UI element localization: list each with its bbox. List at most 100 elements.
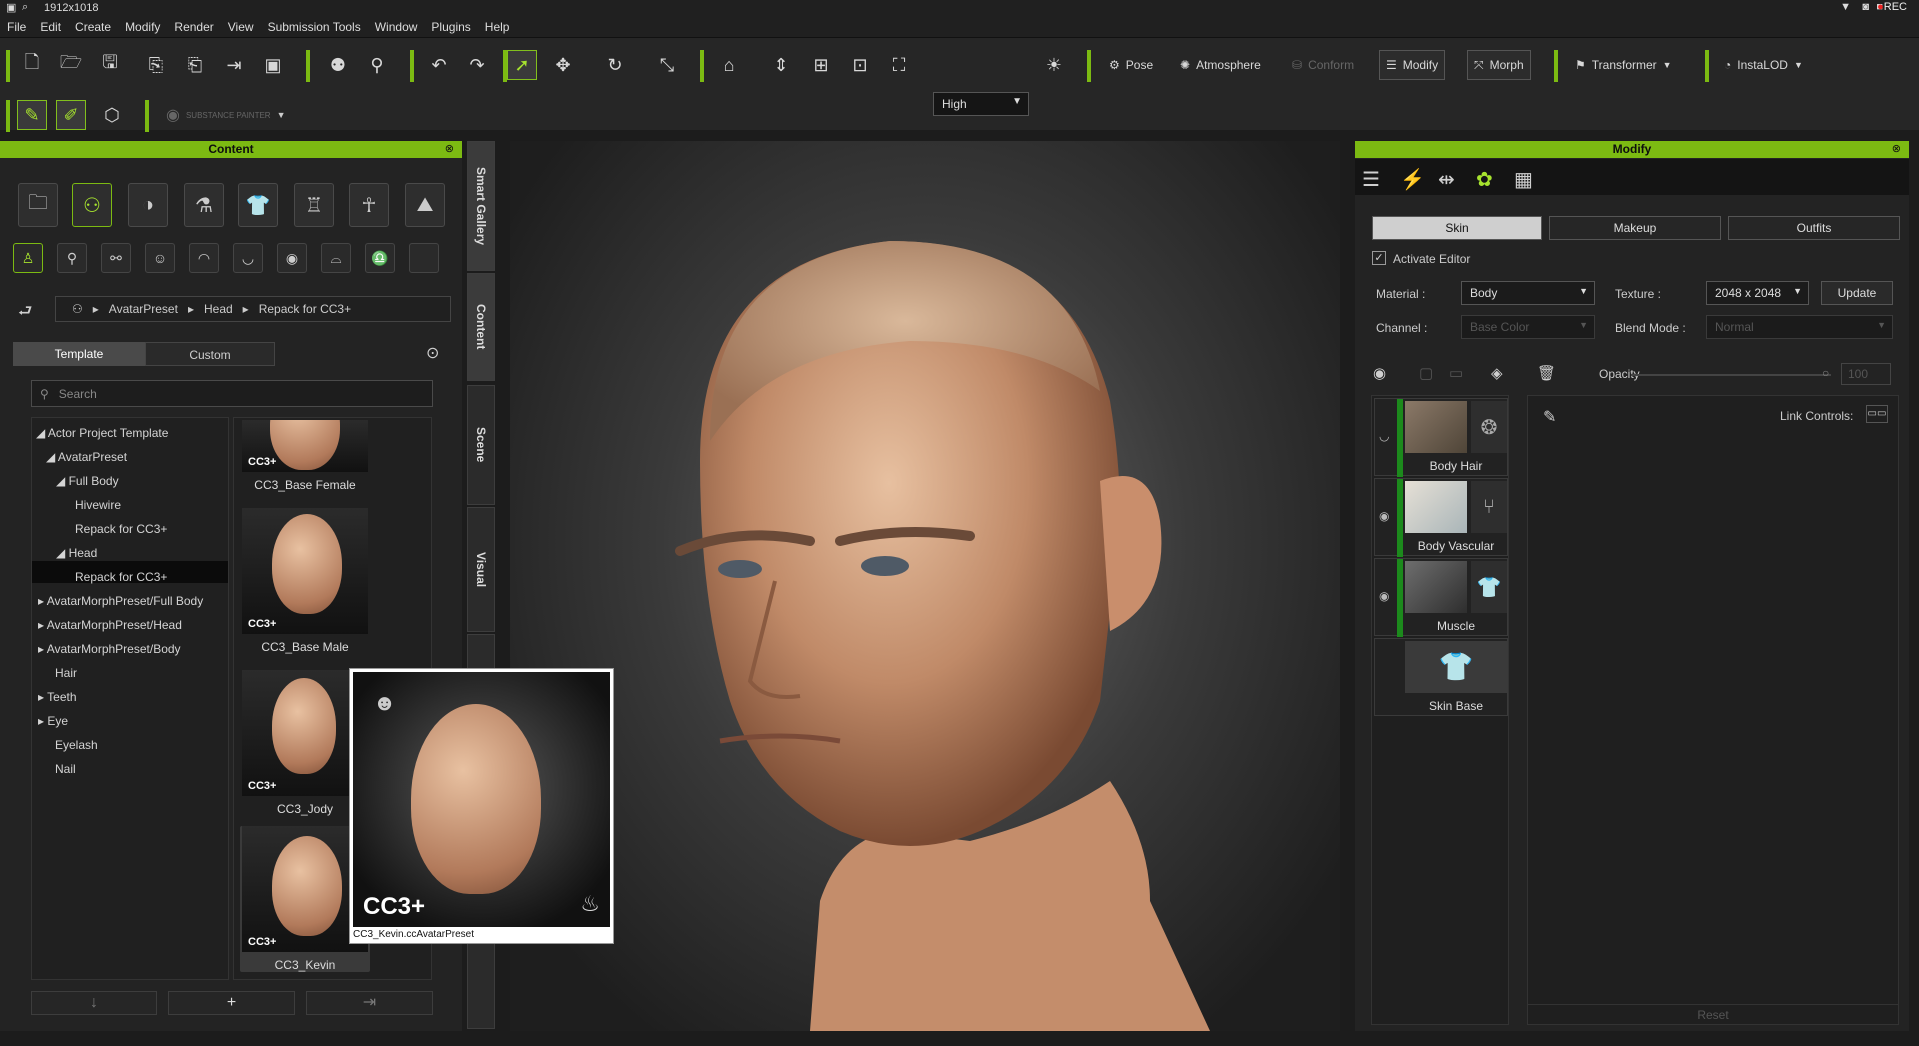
motion-icon[interactable]: ⚡ xyxy=(1400,167,1425,192)
morph-button[interactable]: ⤧ Morph xyxy=(1467,50,1531,80)
tab-template[interactable]: Template xyxy=(13,342,145,366)
eye-icon[interactable]: ◉ xyxy=(277,243,307,273)
tree-item[interactable]: ▸ Eye xyxy=(38,711,68,731)
mask-icon[interactable]: ▭ xyxy=(1449,364,1463,382)
tree-item[interactable]: ▸ AvatarMorphPreset/Head xyxy=(38,615,182,635)
trash-icon[interactable]: 🗑 xyxy=(1537,364,1556,382)
fit-selected-icon[interactable]: ⊡ xyxy=(845,50,875,80)
cubes-icon[interactable]: ⬡ xyxy=(97,100,127,130)
tab-visual[interactable]: Visual xyxy=(467,507,495,632)
body-icon[interactable]: ⚲ xyxy=(57,243,87,273)
tree-item[interactable]: Hair xyxy=(55,663,77,683)
render-preview-icon[interactable]: ▣ xyxy=(258,50,288,80)
tab-smart-gallery[interactable]: Smart Gallery xyxy=(467,141,495,271)
sliders-icon[interactable]: ☰ xyxy=(1362,167,1380,192)
update-button[interactable]: Update xyxy=(1821,281,1893,305)
tree-item[interactable]: ◢ Actor Project Template xyxy=(36,423,168,443)
substance-painter-button[interactable]: ◉ SUBSTANCE PAINTER ▼ xyxy=(160,100,292,130)
breadcrumb-item[interactable]: Repack for CC3+ xyxy=(259,302,351,316)
search-input[interactable]: ⚲ Search xyxy=(31,380,433,407)
link-icon[interactable]: ▭▭ xyxy=(1866,405,1888,423)
menu-create[interactable]: Create xyxy=(68,16,118,34)
visibility-eye-icon[interactable]: ◉ xyxy=(1373,364,1386,382)
tree-item-selected[interactable]: Repack for CC3+ xyxy=(75,567,167,587)
layer-item[interactable]: ◉ 👕 Muscle xyxy=(1374,558,1508,637)
content-item[interactable]: CC3+ CC3_Base Female xyxy=(240,420,370,492)
scene-category-icon[interactable]: ⛰ xyxy=(405,183,445,227)
atmosphere-button[interactable]: ✺ Atmosphere xyxy=(1174,50,1267,80)
opacity-slider[interactable] xyxy=(1631,374,1831,376)
import-icon[interactable]: ⎘ xyxy=(141,50,171,80)
edit-mesh-icon[interactable]: ✎ xyxy=(17,100,47,130)
empty-slot-icon[interactable] xyxy=(409,243,439,273)
blend-mode-dropdown[interactable]: Normal ▼ xyxy=(1706,315,1893,339)
mouth-icon[interactable]: ◡ xyxy=(233,243,263,273)
tab-custom[interactable]: Custom xyxy=(145,342,275,366)
rotate-icon[interactable]: ↻ xyxy=(600,50,630,80)
tree-item[interactable]: Nail xyxy=(55,759,76,779)
avatar-category-icon[interactable]: ⚇ xyxy=(72,183,112,227)
modify-button[interactable]: ☰ Modify xyxy=(1379,50,1446,80)
pose-button[interactable]: ⚙ Pose xyxy=(1103,50,1159,80)
camera-icon[interactable]: ◙ xyxy=(1862,1,1869,13)
layer-item[interactable]: ◉ ⑂ Body Vascular xyxy=(1374,478,1508,557)
tab-content[interactable]: Content xyxy=(467,273,495,381)
tree-item[interactable]: ▸ AvatarMorphPreset/Full Body xyxy=(38,591,203,611)
character-icon[interactable]: ⚉ xyxy=(323,50,353,80)
close-panel-icon[interactable]: ⊗ xyxy=(1892,142,1901,155)
activate-editor-checkbox[interactable]: ✓ xyxy=(1372,251,1386,265)
edit-morph-icon[interactable]: ✐ xyxy=(56,100,86,130)
physics-icon[interactable]: ⇹ xyxy=(1438,167,1455,192)
opacity-input[interactable]: 100 xyxy=(1841,363,1891,385)
menu-window[interactable]: Window xyxy=(368,16,425,34)
layer-item[interactable]: ◡ ❂ Body Hair xyxy=(1374,398,1508,477)
send-icon[interactable]: ⇥ xyxy=(219,50,249,80)
opacity-slider-handle-icon[interactable]: ○ xyxy=(1822,366,1829,380)
scale-icon[interactable]: ⤡ xyxy=(652,50,682,80)
new-file-icon[interactable]: 🗋 xyxy=(17,50,47,80)
head-icon[interactable]: ☺ xyxy=(145,243,175,273)
breadcrumb-item[interactable]: AvatarPreset xyxy=(109,302,178,316)
material-category-icon[interactable]: ⚗ xyxy=(184,183,224,227)
eye-icon[interactable]: ◉ xyxy=(1379,509,1389,523)
eye-closed-icon[interactable]: ◡ xyxy=(1379,429,1389,443)
fit-vertical-icon[interactable]: ⇕ xyxy=(766,50,796,80)
channel-dropdown[interactable]: Base Color ▼ xyxy=(1461,315,1595,339)
menu-file[interactable]: File xyxy=(0,16,33,34)
menu-plugins[interactable]: Plugins xyxy=(424,16,477,34)
save-icon[interactable]: 🖫 xyxy=(95,50,125,80)
transformer-button[interactable]: ⚑ Transformer ▼ xyxy=(1569,50,1678,80)
skin-editor-icon[interactable]: ✿ xyxy=(1476,167,1493,192)
open-folder-icon[interactable]: 🗁 xyxy=(56,50,86,80)
texture-size-dropdown[interactable]: 2048 x 2048 ▼ xyxy=(1706,281,1809,305)
reset-button[interactable]: Reset xyxy=(1527,1004,1899,1026)
download-button[interactable]: ↓ xyxy=(31,991,157,1015)
close-panel-icon[interactable]: ⊗ xyxy=(445,142,454,155)
export-icon[interactable]: ⎗ xyxy=(180,50,210,80)
checker-texture-icon[interactable]: ▦ xyxy=(1514,167,1533,192)
tree-item[interactable]: Eyelash xyxy=(55,735,98,755)
folder-icon[interactable]: 🗀 xyxy=(18,183,58,227)
hair-icon[interactable]: ♎ xyxy=(365,243,395,273)
move-icon[interactable]: ✥ xyxy=(548,50,578,80)
full-body-icon[interactable]: ♙ xyxy=(13,243,43,273)
ear-icon[interactable]: ◠ xyxy=(189,243,219,273)
frame-icon[interactable]: ⛶ xyxy=(884,50,914,80)
tree-item[interactable]: ◢ Full Body xyxy=(56,471,119,491)
eye-icon[interactable]: ◉ xyxy=(1379,589,1389,603)
material-dropdown[interactable]: Body ▼ xyxy=(1461,281,1595,305)
cloth-category-icon[interactable]: 👕 xyxy=(238,183,278,227)
tab-scene[interactable]: Scene xyxy=(467,385,495,505)
brush-icon[interactable]: ✎ xyxy=(1543,407,1556,427)
rec-indicator[interactable]: ●REC xyxy=(1877,1,1907,13)
redo-icon[interactable]: ↷ xyxy=(462,50,492,80)
home-camera-icon[interactable]: ⌂ xyxy=(714,50,744,80)
apply-button[interactable]: ⇥ xyxy=(306,991,433,1015)
menu-render[interactable]: Render xyxy=(167,16,220,34)
content-item[interactable]: CC3+ CC3_Base Male xyxy=(240,508,370,654)
tree-item[interactable]: ◢ AvatarPreset xyxy=(46,447,127,467)
pose-category-icon[interactable]: ☥ xyxy=(349,183,389,227)
add-layer-icon[interactable]: ▢ xyxy=(1419,364,1433,382)
select-arrow-icon[interactable]: ➚ xyxy=(507,50,537,80)
morph-category-icon[interactable]: ◑ xyxy=(128,183,168,227)
